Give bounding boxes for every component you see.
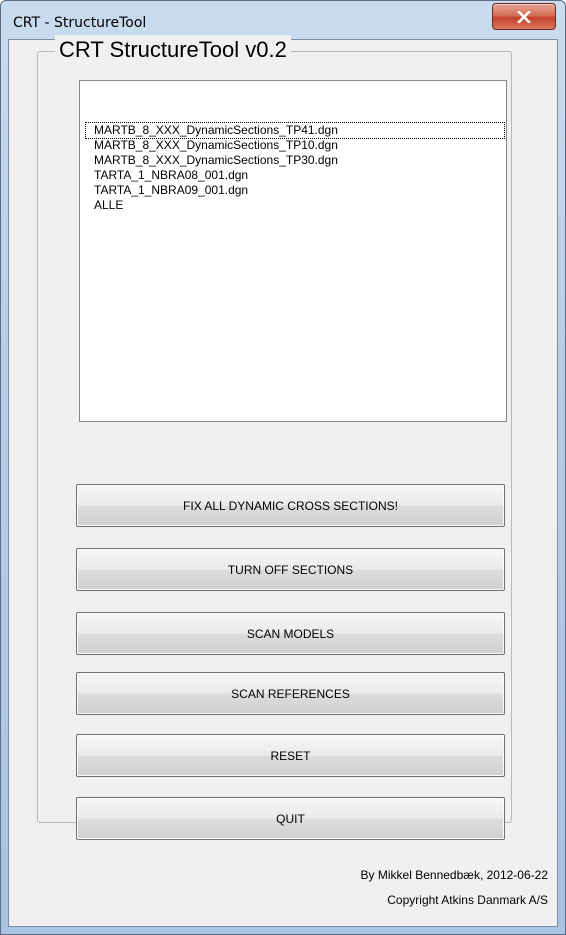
list-item[interactable]: TARTA_1_NBRA08_001.dgn xyxy=(94,168,248,183)
copyright-notice: Copyright Atkins Danmark A/S xyxy=(387,893,548,907)
list-item[interactable]: ALLE xyxy=(94,198,123,213)
list-item[interactable]: MARTB_8_XXX_DynamicSections_TP10.dgn xyxy=(94,138,338,153)
close-button[interactable] xyxy=(492,3,556,30)
fix-all-dynamic-cross-sections-button[interactable]: FIX ALL DYNAMIC CROSS SECTIONS! xyxy=(76,484,505,527)
quit-button[interactable]: QUIT xyxy=(76,797,505,840)
group-box-title: CRT StructureTool v0.2 xyxy=(55,35,291,65)
list-item[interactable]: TARTA_1_NBRA09_001.dgn xyxy=(94,183,248,198)
scan-models-button[interactable]: SCAN MODELS xyxy=(76,612,505,655)
turn-off-sections-button[interactable]: TURN OFF SECTIONS xyxy=(76,548,505,591)
list-item[interactable]: MARTB_8_XXX_DynamicSections_TP41.dgn xyxy=(85,122,505,139)
reset-button[interactable]: RESET xyxy=(76,734,505,777)
author-credit: By Mikkel Bennedbæk, 2012-06-22 xyxy=(360,868,548,882)
file-listbox[interactable]: MARTB_8_XXX_DynamicSections_TP41.dgn MAR… xyxy=(79,80,507,422)
close-icon xyxy=(517,10,531,23)
window-title: CRT - StructureTool xyxy=(13,15,147,31)
list-item[interactable]: MARTB_8_XXX_DynamicSections_TP30.dgn xyxy=(94,153,338,168)
title-bar[interactable]: CRT - StructureTool xyxy=(1,1,565,39)
scan-references-button[interactable]: SCAN REFERENCES xyxy=(76,672,505,715)
